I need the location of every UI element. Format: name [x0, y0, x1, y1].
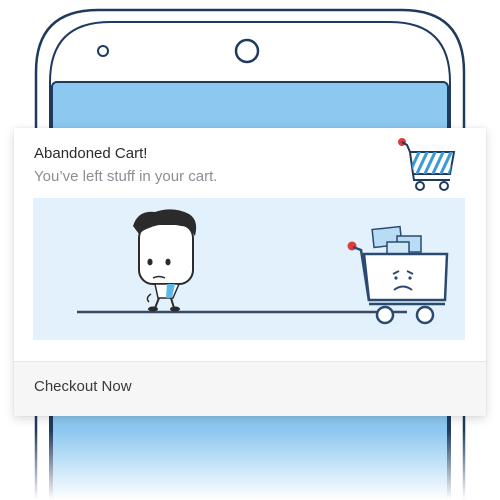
notification-title: Abandoned Cart!	[34, 145, 148, 162]
notification-card[interactable]: Abandoned Cart! You’ve left stuff in you…	[14, 128, 486, 416]
shopping-cart-icon	[398, 138, 456, 191]
sad-cart	[347, 225, 449, 325]
checkout-now-label: Checkout Now	[34, 378, 132, 395]
notification-illustration	[33, 198, 465, 340]
notification-message: You’ve left stuff in your cart.	[34, 168, 218, 185]
checkout-now-button[interactable]: Checkout Now	[14, 362, 486, 416]
character-figure	[133, 209, 197, 312]
